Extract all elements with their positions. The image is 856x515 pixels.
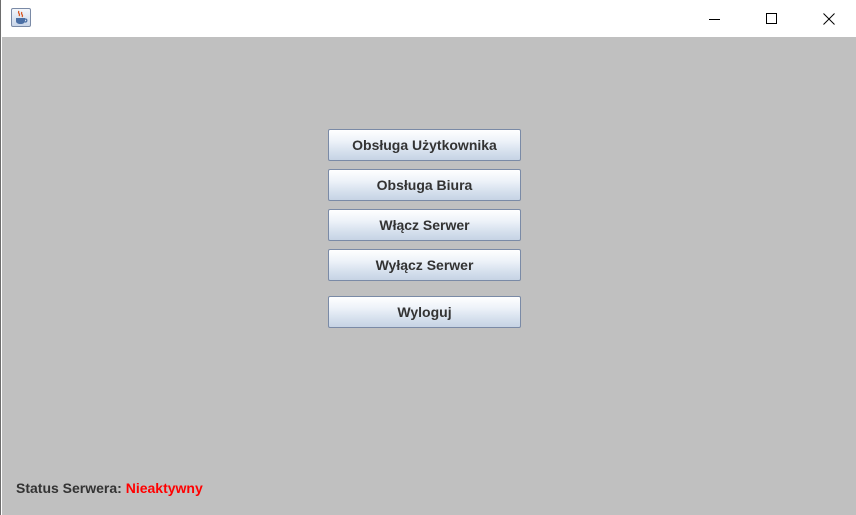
maximize-icon [766, 12, 777, 24]
app-window: Obsługa Użytkownika Obsługa Biura Włącz … [0, 0, 856, 515]
server-status-label: Status Serwera: [16, 480, 122, 496]
server-status-value: Nieaktywny [125, 480, 203, 496]
office-service-button[interactable]: Obsługa Biura [328, 169, 521, 201]
minimize-icon [709, 18, 720, 20]
user-service-button[interactable]: Obsługa Użytkownika [328, 129, 521, 161]
stop-server-button[interactable]: Wyłącz Serwer [328, 249, 521, 281]
server-status: Status Serwera: Nieaktywny [16, 480, 203, 496]
java-cup-icon[interactable] [11, 8, 31, 27]
close-icon [823, 12, 835, 25]
start-server-button[interactable]: Włącz Serwer [328, 209, 521, 241]
maximize-button[interactable] [743, 0, 801, 37]
logout-button[interactable]: Wyloguj [328, 296, 521, 328]
close-button[interactable] [800, 0, 856, 37]
main-panel: Obsługa Użytkownika Obsługa Biura Włącz … [2, 37, 856, 515]
title-bar [2, 0, 856, 37]
minimize-button[interactable] [686, 0, 744, 37]
